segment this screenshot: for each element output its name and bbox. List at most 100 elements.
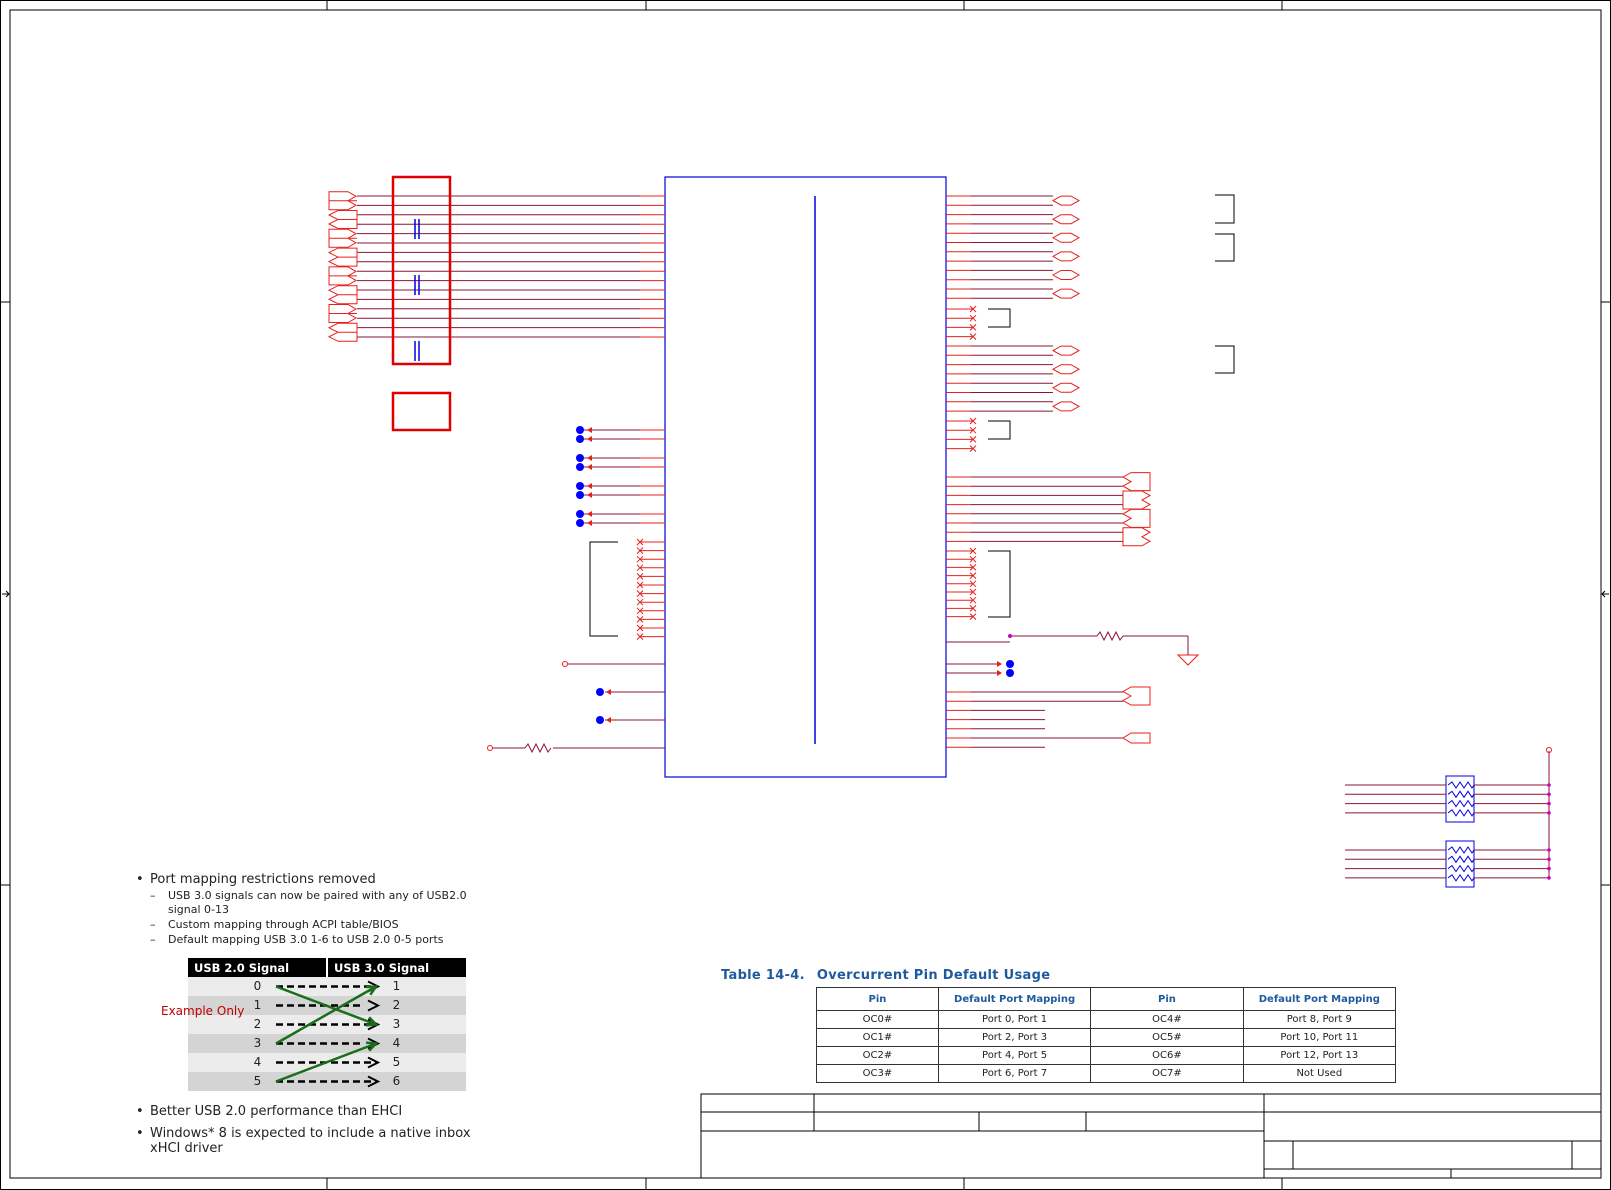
junction-dot [576,454,584,462]
offpage-connector-icon [1121,472,1151,492]
overcurrent-pin-table: Pin Default Port Mapping Pin Default Por… [816,987,1397,1083]
oc-header: Default Port Mapping [937,987,1092,1011]
right-misc-dots [997,634,1014,677]
oc-table-cell: Port 10, Port 11 [1242,1028,1397,1047]
left-misc-dots [596,688,611,724]
oc-table-cell: Port 8, Port 9 [1242,1010,1397,1029]
junction-dot [1547,801,1551,806]
resistor-zigzag [1447,808,1475,817]
resistor-zigzag [1447,855,1475,864]
offpage-connector-icon [1122,490,1152,510]
mapping-header: USB 2.0 Signal USB 3.0 Signal [188,958,466,977]
left-nc-bracket [589,541,618,637]
note-bullet: Port mapping restrictions removed [134,872,494,888]
pin-arrow [587,427,592,433]
mapping-arrows [275,980,381,1088]
junction-dot [576,510,584,518]
oc-table-cell: Port 6, Port 7 [937,1064,1092,1083]
offpage-connector-icon [1121,686,1151,706]
oc-table-cell: Port 0, Port 1 [937,1010,1092,1029]
note-bullet: Better USB 2.0 performance than EHCI [134,1104,494,1119]
offpage-connector-icon [1051,195,1081,206]
left-pin-stubs [640,195,665,338]
oc-header: Default Port Mapping [1242,987,1397,1011]
note-bullet: Windows* 8 is expected to include a nati… [134,1126,494,1156]
right-signal-nets [946,195,1123,748]
oc-table-cell: OC6# [1090,1046,1244,1065]
junction-dot [1547,848,1551,852]
oc-table-cell: Not Used [1242,1064,1397,1083]
junction-dot [1547,783,1551,787]
usb-feature-notes: Port mapping restrictions removed USB 3.… [134,872,494,948]
junction-dot [576,435,584,443]
highlight-box-lower [391,391,452,432]
oc-table-cell: OC0# [816,1010,939,1029]
offpage-connector-icon [1122,527,1152,547]
left-signal-nets [357,195,640,338]
junction-dot [576,426,584,434]
offpage-connector-icon [1051,382,1081,393]
note-sub-bullet: Default mapping USB 3.0 1-6 to USB 2.0 0… [134,933,494,947]
offpage-connector-icon [1051,345,1081,356]
header-usb2: USB 2.0 Signal [188,958,328,977]
oc-table-row: OC3# Port 6, Port 7 OC7# Not Used [816,1064,1397,1083]
junction-dot [1547,866,1551,871]
oc-table-cell: OC1# [816,1028,939,1047]
right-misc-nets [946,630,1200,674]
oc-header: Pin [1090,987,1244,1011]
pin-arrow [587,492,592,498]
custom-mapping-arrow [275,985,377,1045]
oc-table-cell: OC2# [816,1046,939,1065]
pin-arrow [587,511,592,517]
oc-table-caption: Table 14-4. Overcurrent Pin Default Usage [721,968,1062,983]
oc-table-header-row: Pin Default Port Mapping Pin Default Por… [816,987,1397,1011]
resistor-zigzag [1447,873,1475,882]
left-junction-dots [576,426,665,527]
oc-table-cell: Port 2, Port 3 [937,1028,1092,1047]
left-no-connect-pins [636,538,665,640]
oc-table-title: Overcurrent Pin Default Usage [816,968,1051,983]
note-sub-bullet: USB 3.0 signals can now be paired with a… [134,889,494,917]
pin-arrow [587,464,592,470]
offpage-connector-icon [1051,251,1081,262]
junction-dot [576,482,584,490]
oc-table-cell: OC4# [1090,1010,1244,1029]
usb-port-mapping-table: USB 2.0 Signal USB 3.0 Signal 0112233445… [188,958,466,1091]
oc-table-cell: Port 4, Port 5 [937,1046,1092,1065]
junction-dot [576,491,584,499]
offpage-connector-icon [1051,270,1081,280]
offpage-connector-icon [1051,288,1081,299]
title-block [700,1093,1602,1179]
oc-header: Pin [816,987,939,1011]
right-brackets [988,194,1235,618]
junction-dot [1547,792,1551,797]
oc-table-cell: OC7# [1090,1064,1244,1083]
resistor-zigzag [1447,790,1475,799]
junction-dot [1547,857,1551,862]
arrow-head [367,999,381,1012]
junction-dot [1547,811,1551,815]
offpage-connector-icon [1121,508,1151,528]
offpage-connector-icon [1051,364,1081,375]
offpage-connector-icon [1051,214,1081,225]
pin-arrow [587,520,592,526]
junction-dot [1547,876,1551,880]
resistor-zigzag [1447,864,1475,873]
pin-arrow [587,483,592,489]
resistor-packs [1345,747,1552,888]
resistor-zigzag [1447,846,1475,854]
header-usb3: USB 3.0 Signal [334,961,430,975]
example-only-label: Example Only [161,1004,245,1018]
pch-usb-part-body [664,176,947,778]
resistor-zigzag [1447,781,1475,789]
xhci-notes: Better USB 2.0 performance than EHCI Win… [134,1104,494,1163]
offpage-connector-icon [1122,732,1151,744]
oc-table-cell: OC3# [816,1064,939,1083]
offpage-connector-icon [1051,232,1081,243]
left-offpage-connectors [327,191,358,342]
junction-dot [576,463,584,471]
oc-table-cell: Port 12, Port 13 [1242,1046,1397,1065]
resistor-zigzag [1447,799,1475,808]
junction-dot [576,519,584,527]
left-misc-nets [487,661,665,754]
